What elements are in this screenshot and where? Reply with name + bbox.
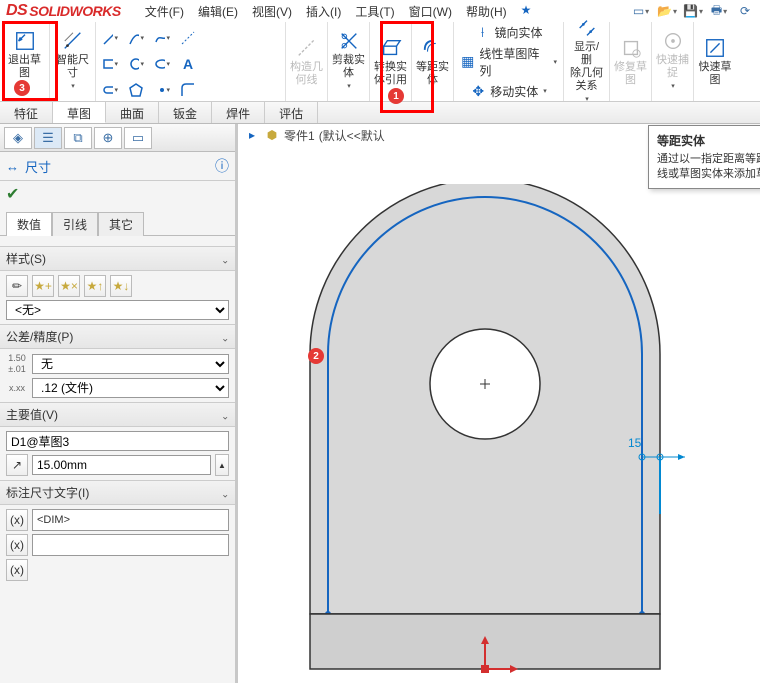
show-delete-relations-button[interactable]: 显示/删除几何关系▾ [567,15,607,108]
linear-pattern-button[interactable]: ▦线性草图阵列▾ [458,44,559,80]
lp-tab-config[interactable]: ⧉ [64,127,92,149]
spin-up[interactable]: ▲ [215,454,229,476]
line-icon[interactable]: ▾ [102,30,118,46]
menu-insert[interactable]: 插入(I) [300,1,347,22]
primary-value-input[interactable] [32,455,211,475]
breadcrumb-part[interactable]: 零件1 [284,127,315,144]
save-icon[interactable]: 💾▾ [684,2,702,20]
print-icon[interactable]: 🖶▾ [710,2,728,20]
lp-tab-more[interactable]: ▭ [124,127,152,149]
slot-icon[interactable]: ▾ [102,82,118,98]
style-fav-del[interactable]: ★× [58,275,80,297]
menu-star[interactable]: ★ [515,1,538,22]
primary-name-input[interactable] [6,431,229,451]
bc-expand-icon[interactable]: ▸ [244,127,260,143]
lp-tab-display[interactable]: ⊕ [94,127,122,149]
ellipse-icon[interactable]: ▾ [154,56,170,72]
menu-tools[interactable]: 工具(T) [349,1,400,22]
badge-3: 3 [14,80,30,96]
menu-file[interactable]: 文件(F) [139,1,190,22]
construction-icon[interactable] [180,30,196,46]
subtab-leader[interactable]: 引线 [52,212,98,236]
precision-icon: x.xx [6,383,28,394]
quick-sketch-button[interactable]: 快速草图 [695,35,735,89]
new-icon[interactable]: ▭▾ [632,2,650,20]
dimtext-pos2[interactable]: (x) [6,534,28,556]
subtab-value[interactable]: 数值 [6,212,52,236]
dimtext-field2[interactable] [32,534,229,556]
construction-geometry-button[interactable]: 构造几何线 [287,35,327,89]
dimtext-field1[interactable]: <DIM> [32,509,229,531]
tab-feature[interactable]: 特征 [0,102,53,123]
ok-button[interactable]: ✔ [0,181,235,207]
mirror-entities-button[interactable]: ⟊镜向实体 [472,23,544,42]
spline-icon[interactable]: ▾ [154,30,170,46]
dim-icon: ↗ [6,454,28,476]
app-logo: DS SOLIDWORKS [6,2,121,20]
point-icon[interactable]: ▾ [154,82,170,98]
style-fav-load[interactable]: ★↓ [110,275,132,297]
offset-tooltip: 等距实体 通过以一指定距离等距面、边线、曲线或草图实体来添加草图实体。 [648,125,760,189]
fillet-icon[interactable] [180,82,196,98]
quick-snap-button[interactable]: 快速捕捉▾ [653,28,693,95]
move-entities-button[interactable]: ✥移动实体▾ [468,82,549,101]
smart-dimension-button[interactable]: 智能尺寸▾ [53,28,93,95]
section-tolerance[interactable]: 公差/精度(P)⌃ [0,324,235,349]
repair-sketch-button[interactable]: 修复草图 [611,35,651,89]
breadcrumb-state: (默认<<默认 [319,127,385,144]
dimtext-pos1[interactable]: (x) [6,509,28,531]
bc-part-icon: ⬢ [264,127,280,143]
lp-tab-property-manager[interactable]: ☰ [34,127,62,149]
dimtext-pos3[interactable]: (x) [6,559,28,581]
style-btn1[interactable]: ✏ [6,275,28,297]
text-icon[interactable]: A [180,56,196,72]
dimension-icon: ↔ [6,159,19,174]
precision-select[interactable]: .12 (文件) [32,378,229,398]
polygon-icon[interactable] [128,82,144,98]
circle-icon[interactable]: ▾ [128,56,144,72]
section-dimtext[interactable]: 标注尺寸文字(I)⌃ [0,480,235,505]
arc-icon[interactable]: ▾ [128,30,144,46]
menu-edit[interactable]: 编辑(E) [192,1,244,22]
subtab-other[interactable]: 其它 [98,212,144,236]
menu-view[interactable]: 视图(V) [246,1,298,22]
tab-sheetmetal[interactable]: 钣金 [159,102,212,123]
offset-entities-button[interactable]: 等距实体 [413,35,453,89]
section-style[interactable]: 样式(S)⌃ [0,246,235,271]
sketch-tools-group: ▾ ▾ ▾ ▾ ▾ ▾ A ▾ ▾ [96,22,286,101]
section-primary[interactable]: 主要值(V)⌃ [0,402,235,427]
rect-icon[interactable]: ▾ [102,56,118,72]
dimension-value[interactable]: 15 [628,436,641,450]
badge-1: 1 [388,88,404,104]
pm-title-text: 尺寸 [25,157,51,176]
tol-type-icon: 1.50±.01 [6,353,28,375]
style-fav-save[interactable]: ★↑ [84,275,106,297]
tab-surface[interactable]: 曲面 [106,102,159,123]
style-select[interactable]: <无> [6,300,229,320]
more-icon[interactable]: ⟳ [736,2,754,20]
help-icon[interactable]: ⓘ [215,156,229,176]
trim-entities-button[interactable]: 剪裁实体▾ [329,28,369,95]
tolerance-select[interactable]: 无 [32,354,229,374]
menu-window[interactable]: 窗口(W) [403,1,458,22]
convert-entities-button[interactable]: 转换实体引用 [371,35,411,89]
tab-evaluate[interactable]: 评估 [265,102,318,123]
open-icon[interactable]: 📂▾ [658,2,676,20]
lp-tab-feature-tree[interactable]: ◈ [4,127,32,149]
menu-help[interactable]: 帮助(H) [460,1,513,22]
style-fav-add[interactable]: ★+ [32,275,54,297]
tab-sketch[interactable]: 草图 [53,102,106,123]
badge-2: 2 [308,348,324,364]
part-view [290,184,720,674]
tab-weldment[interactable]: 焊件 [212,102,265,123]
